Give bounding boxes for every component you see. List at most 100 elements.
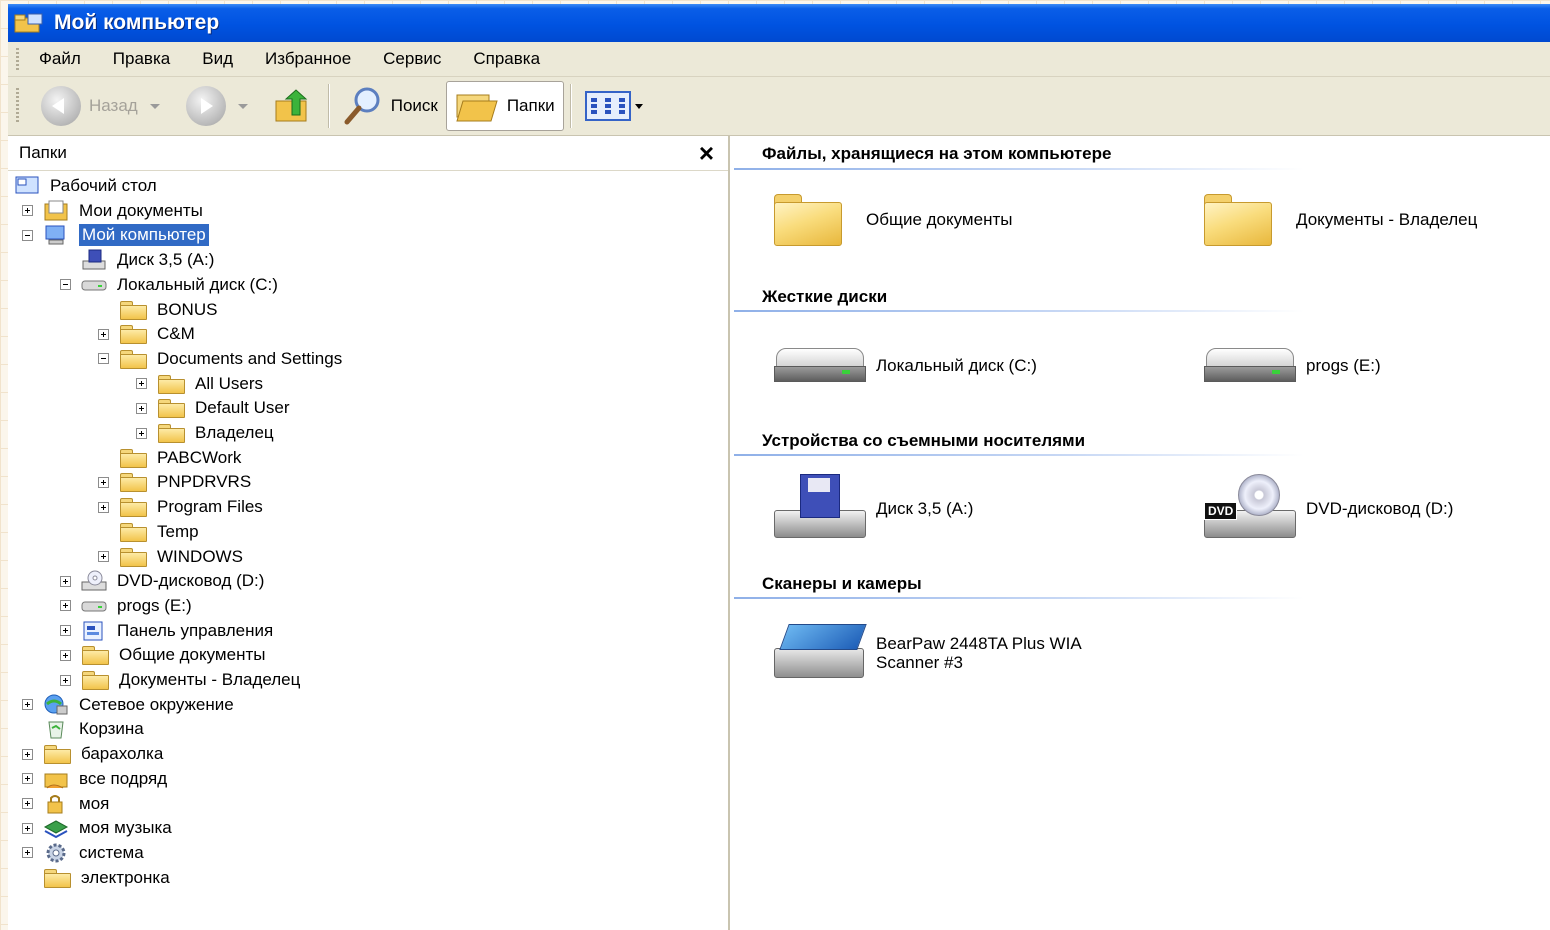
tree-item[interactable]: моя музыка	[22, 816, 172, 840]
item-shared-documents[interactable]: Общие документы	[770, 192, 1012, 248]
up-button[interactable]	[266, 82, 322, 130]
close-icon[interactable]: ×	[699, 140, 714, 166]
menu-view[interactable]: Вид	[202, 49, 233, 69]
back-button[interactable]: Назад	[33, 82, 178, 130]
menu-tools[interactable]: Сервис	[383, 49, 441, 69]
scanner-icon	[770, 622, 867, 684]
tree-item[interactable]: барахолка	[22, 742, 163, 766]
tree-item[interactable]: All Users	[136, 372, 263, 396]
expand-icon[interactable]	[136, 378, 147, 390]
expand-icon[interactable]	[98, 551, 109, 562]
tree-item[interactable]: все подряд	[22, 767, 167, 791]
tree-item[interactable]: электронка	[22, 866, 170, 890]
tree-item-label: Локальный диск (C:)	[117, 274, 278, 294]
expand-icon[interactable]	[60, 575, 71, 587]
collapse-icon[interactable]	[98, 353, 109, 365]
folder-icon	[119, 522, 147, 542]
menu-help[interactable]: Справка	[473, 49, 540, 69]
tree-item[interactable]: Default User	[136, 396, 289, 420]
expand-icon[interactable]	[136, 402, 147, 414]
search-button[interactable]: Поиск	[335, 82, 446, 130]
expand-icon[interactable]	[22, 847, 33, 859]
expand-icon[interactable]	[60, 674, 71, 686]
tree-item-label: Сетевое окружение	[79, 694, 234, 714]
tree-item[interactable]: Панель управления	[60, 619, 273, 643]
menu-favorites[interactable]: Избранное	[265, 49, 351, 69]
views-dropdown-icon	[634, 103, 643, 109]
folder-icon	[81, 645, 109, 666]
forward-button[interactable]	[178, 82, 266, 130]
tree-item[interactable]: C&M	[98, 322, 195, 346]
item-owner-documents[interactable]: Документы - Владелец	[1200, 192, 1477, 248]
tree-item[interactable]: Мои документы	[22, 199, 203, 223]
expand-icon[interactable]	[98, 328, 109, 340]
expand-icon[interactable]	[22, 748, 33, 760]
tree-item[interactable]: Documents and Settings	[98, 347, 342, 371]
forward-dropdown-icon[interactable]	[237, 103, 248, 109]
collapse-icon[interactable]	[60, 279, 71, 291]
tree-item[interactable]: DVD-дисковод (D:)	[60, 569, 264, 593]
expand-icon[interactable]	[22, 205, 33, 217]
hard-drive-icon	[1200, 344, 1296, 388]
tree-item[interactable]: PABCWork	[98, 446, 241, 470]
menu-edit[interactable]: Правка	[113, 49, 170, 69]
tree-item[interactable]: WINDOWS	[98, 545, 243, 569]
tree-item[interactable]: PNPDRVRS	[98, 470, 251, 494]
item-progs-e[interactable]: progs (E:)	[1200, 344, 1381, 388]
tree-item[interactable]: моя	[22, 792, 109, 816]
expand-icon[interactable]	[22, 699, 33, 711]
folder-icon	[119, 497, 147, 518]
folders-button[interactable]: Папки	[445, 81, 564, 131]
tree-item[interactable]: Сетевое окружение	[22, 693, 234, 717]
expand-icon[interactable]	[22, 822, 33, 834]
item-local-disk-c[interactable]: Локальный диск (C:)	[770, 344, 1037, 388]
expand-icon[interactable]	[60, 600, 71, 612]
tree-item-label: Program Files	[157, 497, 263, 517]
tree-item[interactable]: Program Files	[98, 495, 263, 519]
dvd-drive-icon: DVD	[1200, 474, 1296, 544]
my-computer-icon	[14, 12, 44, 34]
expand-icon[interactable]	[136, 427, 147, 439]
expand-icon[interactable]	[98, 476, 109, 488]
tree-item-label: Владелец	[195, 423, 274, 442]
folder-icon	[157, 398, 185, 419]
tree-item[interactable]: progs (E:)	[60, 594, 192, 618]
expand-icon[interactable]	[22, 798, 33, 809]
tree-item[interactable]: Владелец	[136, 421, 274, 445]
tree-item[interactable]: Корзина	[22, 717, 144, 741]
collapse-icon[interactable]	[22, 229, 33, 241]
expand-icon[interactable]	[60, 625, 71, 637]
item-label: Диск 3,5 (A:)	[876, 499, 974, 518]
expand-icon[interactable]	[98, 501, 109, 513]
item-scanner[interactable]: BearPaw 2448TA Plus WIA Scanner #3	[770, 622, 1146, 684]
tree-item[interactable]: BONUS	[98, 298, 217, 322]
locked-folder-icon	[43, 793, 69, 815]
folder-icon	[119, 472, 147, 493]
expand-icon[interactable]	[22, 773, 33, 785]
menu-file[interactable]: Файл	[39, 49, 81, 69]
tree-item[interactable]: Общие документы	[60, 643, 265, 667]
tree-item-label: моя музыка	[79, 818, 172, 838]
tree-item[interactable]: Рабочий стол	[14, 174, 157, 198]
tree-item-label: WINDOWS	[157, 546, 243, 566]
tree-item[interactable]: Документы - Владелец	[60, 668, 300, 692]
tree-item[interactable]: Мой компьютер	[22, 223, 209, 247]
item-floppy-a[interactable]: Диск 3,5 (A:)	[770, 474, 973, 544]
tree-item[interactable]: система	[22, 841, 144, 865]
views-icon	[584, 91, 631, 121]
title-bar[interactable]: Мой компьютер	[8, 4, 1550, 42]
tree-item-label: Документы - Владелец	[119, 670, 301, 689]
tree-item-label: Рабочий стол	[50, 176, 157, 195]
views-button[interactable]	[577, 82, 651, 130]
tree-item[interactable]: Локальный диск (C:)	[60, 273, 278, 297]
window-title: Мой компьютер	[54, 11, 220, 34]
tree-item[interactable]: Диск 3,5 (A:)	[60, 248, 214, 272]
tree-item-label: барахолка	[81, 744, 164, 764]
back-dropdown-icon[interactable]	[149, 103, 160, 109]
item-dvd-d[interactable]: DVD DVD-дисковод (D:)	[1200, 474, 1453, 544]
section-title-files: Файлы, хранящиеся на этом компьютере	[762, 144, 1112, 163]
item-label: BearPaw 2448TA Plus WIA Scanner #3	[876, 634, 1081, 672]
tree-item[interactable]: Temp	[98, 520, 199, 544]
item-label: Общие документы	[866, 210, 1013, 229]
expand-icon[interactable]	[60, 649, 71, 661]
